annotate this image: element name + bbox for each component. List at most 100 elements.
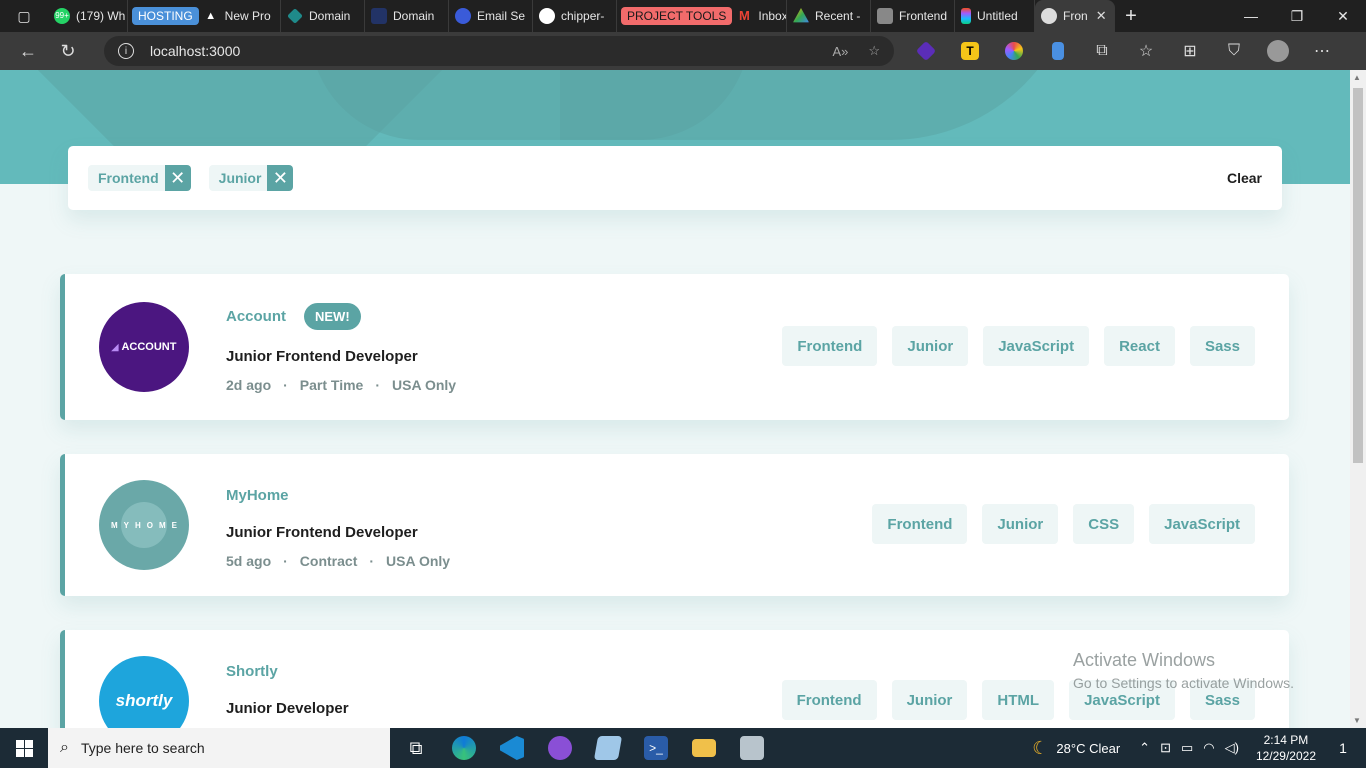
job-tag[interactable]: Frontend	[782, 326, 878, 366]
tab-label: Inbox (1	[758, 9, 787, 23]
job-tag[interactable]: Sass	[1189, 326, 1255, 366]
tab-figma-untitled[interactable]: Untitled	[955, 0, 1035, 32]
windows-start-icon[interactable]	[0, 728, 48, 768]
banner-decoration	[560, 70, 1080, 140]
search-icon: ⌕	[60, 739, 69, 756]
chevron-up-icon[interactable]: ⌃	[1139, 740, 1150, 756]
weather-text: 28°C Clear	[1056, 740, 1121, 756]
whatsapp-icon: 99+	[54, 8, 70, 24]
tab-email-service[interactable]: Email Se	[449, 0, 533, 32]
job-position[interactable]: Junior Frontend Developer	[226, 524, 418, 541]
task-view-icon[interactable]: ⧉	[392, 728, 440, 768]
company-name[interactable]: Account	[226, 308, 286, 325]
job-tag[interactable]: JavaScript	[983, 326, 1090, 366]
clock[interactable]: 2:14 PM 12/29/2022	[1256, 732, 1316, 764]
tab-project-tools-inbox[interactable]: PROJECT TOOLS M Inbox (1	[617, 0, 787, 32]
company-name[interactable]: Shortly	[226, 663, 278, 680]
tab-github-chipper[interactable]: chipper-	[533, 0, 617, 32]
tab-hosting-new-project[interactable]: HOSTING ▲ New Pro	[128, 0, 281, 32]
company-name[interactable]: MyHome	[226, 487, 289, 504]
network-tool-app-icon[interactable]	[728, 728, 776, 768]
extension-purple-icon[interactable]	[904, 32, 948, 70]
site-info-icon[interactable]: i	[118, 43, 134, 59]
search-placeholder: Type here to search	[80, 740, 205, 756]
add-favorite-icon[interactable]: ☆	[868, 43, 880, 59]
job-tag[interactable]: Junior	[892, 326, 969, 366]
tab-whatsapp[interactable]: 99+ (179) Wh	[48, 0, 128, 32]
company-logo: MYHOME	[99, 480, 189, 570]
scroll-down-icon[interactable]: ▼	[1353, 716, 1361, 725]
job-tag[interactable]: HTML	[982, 680, 1055, 720]
color-wheel-icon[interactable]	[992, 32, 1036, 70]
tab-active-frontend[interactable]: Fron ✕	[1035, 0, 1115, 32]
job-tag[interactable]: JavaScript	[1149, 504, 1255, 544]
edge-app-icon[interactable]	[440, 728, 488, 768]
remove-filter-icon[interactable]: ✕	[164, 165, 191, 191]
volume-icon[interactable]: ◁)	[1225, 740, 1239, 756]
job-tag[interactable]: React	[1104, 326, 1175, 366]
profile-avatar[interactable]	[1256, 32, 1300, 70]
posted-at: 2d ago	[226, 377, 272, 393]
restore-icon[interactable]: ❐	[1274, 0, 1320, 32]
job-location: USA Only	[392, 377, 457, 393]
minimize-icon[interactable]: —	[1228, 0, 1274, 32]
favorites-icon[interactable]: ☆	[1124, 32, 1168, 70]
tab-label: Fron	[1063, 9, 1088, 23]
remove-filter-icon[interactable]: ✕	[267, 165, 294, 191]
vscode-app-icon[interactable]	[488, 728, 536, 768]
taskbar-search-box[interactable]: ⌕ Type here to search	[48, 728, 390, 768]
filter-tag-frontend: Frontend ✕	[88, 165, 191, 191]
job-tag[interactable]: Frontend	[781, 680, 877, 720]
page-scrollbar[interactable]: ▲ ▼	[1350, 70, 1366, 728]
scrollbar-thumb[interactable]	[1353, 88, 1363, 463]
close-tab-icon[interactable]: ✕	[1096, 8, 1107, 24]
address-bar[interactable]: i localhost:3000 A» ☆	[104, 36, 894, 66]
file-explorer-app-icon[interactable]	[680, 728, 728, 768]
clipboard-icon[interactable]	[1036, 32, 1080, 70]
new-badge: NEW!	[304, 303, 361, 330]
github-desktop-app-icon[interactable]	[536, 728, 584, 768]
job-tag[interactable]: Junior	[891, 680, 968, 720]
tab-actions-icon[interactable]: ▢	[0, 0, 48, 32]
posted-at: 5d ago	[226, 553, 272, 569]
tab-group-label[interactable]: PROJECT TOOLS	[621, 7, 733, 25]
weather-widget[interactable]: ☾ 28°C Clear	[1032, 738, 1120, 759]
company-logo: shortly	[99, 656, 189, 728]
more-icon[interactable]: ⋯	[1300, 32, 1344, 70]
tab-label: (179) Wh	[76, 9, 126, 23]
tab-drive-recent[interactable]: Recent -	[787, 0, 871, 32]
powershell-app-icon[interactable]: >_	[632, 728, 680, 768]
close-window-icon[interactable]: ✕	[1320, 0, 1366, 32]
clear-filters-button[interactable]: Clear	[1227, 170, 1262, 186]
job-position[interactable]: Junior Frontend Developer	[226, 348, 418, 365]
job-meta: 2d ago · Part Time · USA Only	[226, 377, 457, 393]
notes-app-icon[interactable]	[584, 728, 632, 768]
read-aloud-icon[interactable]: A»	[832, 44, 848, 59]
collections-icon[interactable]: ⊞	[1168, 32, 1212, 70]
job-tag[interactable]: Junior	[982, 504, 1059, 544]
contract-type: Contract	[299, 553, 358, 569]
job-position[interactable]: Junior Developer	[226, 700, 349, 717]
security-icon[interactable]: ⊡	[1160, 740, 1171, 756]
url-text[interactable]: localhost:3000	[150, 43, 812, 59]
tab-label: Email Se	[477, 9, 526, 23]
notification-center-icon[interactable]: 1	[1328, 740, 1358, 756]
new-tab-button[interactable]: +	[1115, 0, 1147, 32]
logo-text: ACCOUNT	[121, 341, 177, 353]
job-tag[interactable]: CSS	[1073, 504, 1135, 544]
job-tag[interactable]: Frontend	[872, 504, 968, 544]
tab-group-label[interactable]: HOSTING	[132, 7, 199, 25]
tab-frontend[interactable]: Frontend	[871, 0, 955, 32]
tab-domain-1[interactable]: Domain	[281, 0, 365, 32]
puzzle-icon[interactable]: ⧉	[1080, 32, 1124, 70]
windows-taskbar: ⌕ Type here to search ⧉ >_ ☾ 28°C Clear …	[0, 728, 1366, 768]
back-icon[interactable]: ←	[8, 32, 48, 70]
extension-t-icon[interactable]: T	[948, 32, 992, 70]
wifi-icon[interactable]: ◠	[1203, 740, 1214, 756]
scroll-up-icon[interactable]: ▲	[1353, 73, 1361, 82]
tab-domain-2[interactable]: Domain	[365, 0, 449, 32]
filter-tag-label: Frontend	[88, 165, 165, 191]
battery-icon[interactable]: ▭	[1181, 740, 1193, 756]
shield-icon[interactable]: ⛉	[1212, 32, 1256, 70]
refresh-icon[interactable]: ↻	[48, 32, 88, 70]
